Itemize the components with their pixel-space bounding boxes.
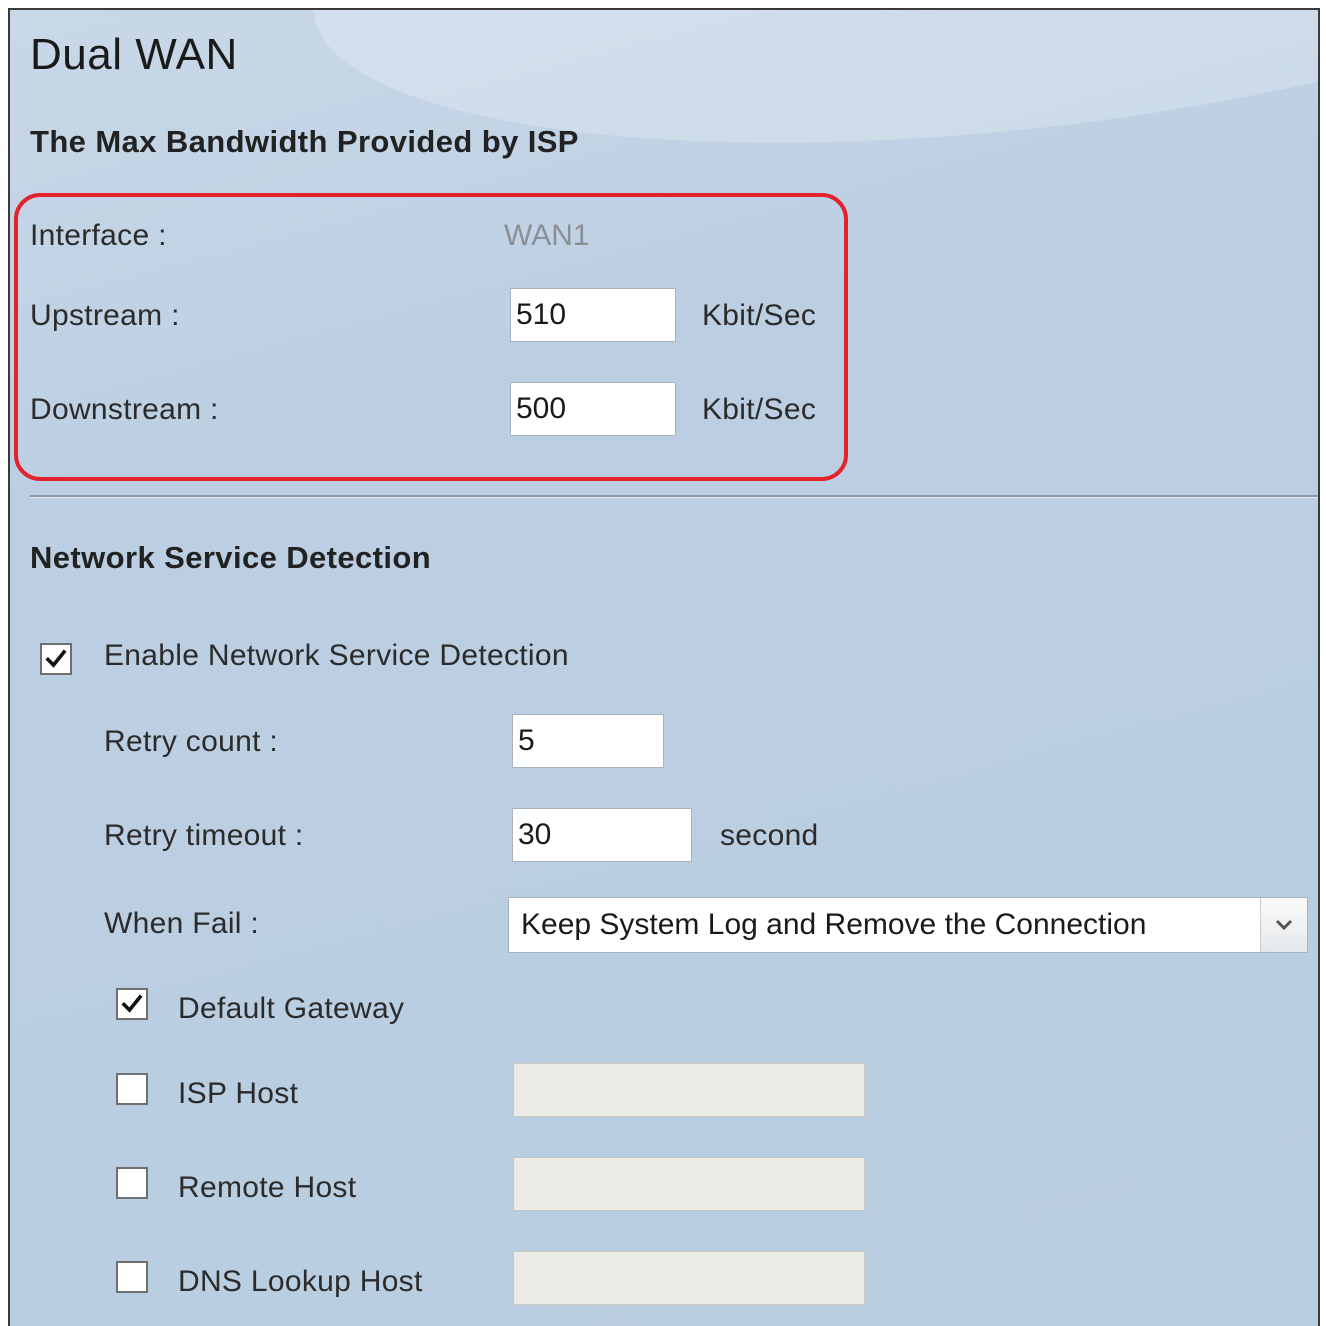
dns-lookup-host-input[interactable] [513,1251,865,1305]
dns-lookup-host-label: DNS Lookup Host [178,1265,423,1298]
retry-count-label: Retry count : [104,725,278,758]
check-icon [45,649,67,668]
remote-host-checkbox[interactable] [116,1167,148,1199]
when-fail-selected-value: Keep System Log and Remove the Connectio… [521,908,1147,941]
enable-detection-checkbox[interactable] [40,643,72,675]
retry-timeout-input[interactable]: 30 [512,808,692,862]
chevron-down-icon [1275,919,1293,931]
isp-host-input[interactable] [513,1063,865,1117]
downstream-label: Downstream : [30,393,219,426]
upstream-unit: Kbit/Sec [702,299,817,332]
section-divider [30,495,1318,497]
enable-detection-label: Enable Network Service Detection [104,639,569,672]
dns-lookup-host-checkbox[interactable] [116,1261,148,1293]
detection-heading: Network Service Detection [30,540,432,575]
when-fail-label: When Fail : [104,907,260,940]
isp-host-checkbox[interactable] [116,1073,148,1105]
bandwidth-heading: The Max Bandwidth Provided by ISP [30,124,579,159]
default-gateway-checkbox[interactable] [116,988,148,1020]
upstream-input[interactable]: 510 [510,288,676,342]
interface-value: WAN1 [504,219,590,252]
upstream-label: Upstream : [30,299,180,332]
remote-host-input[interactable] [513,1157,865,1211]
page-title: Dual WAN [30,30,238,79]
remote-host-label: Remote Host [178,1171,357,1204]
when-fail-select[interactable]: Keep System Log and Remove the Connectio… [508,897,1308,953]
retry-count-input[interactable]: 5 [512,714,664,768]
retry-timeout-label: Retry timeout : [104,819,304,852]
interface-label: Interface : [30,219,167,252]
retry-timeout-unit: second [720,819,819,852]
when-fail-dropdown-button[interactable] [1260,898,1307,952]
downstream-unit: Kbit/Sec [702,393,817,426]
default-gateway-label: Default Gateway [178,992,405,1025]
check-icon [121,994,143,1013]
dual-wan-panel: Dual WAN The Max Bandwidth Provided by I… [8,8,1320,1326]
isp-host-label: ISP Host [178,1077,299,1110]
downstream-input[interactable]: 500 [510,382,676,436]
